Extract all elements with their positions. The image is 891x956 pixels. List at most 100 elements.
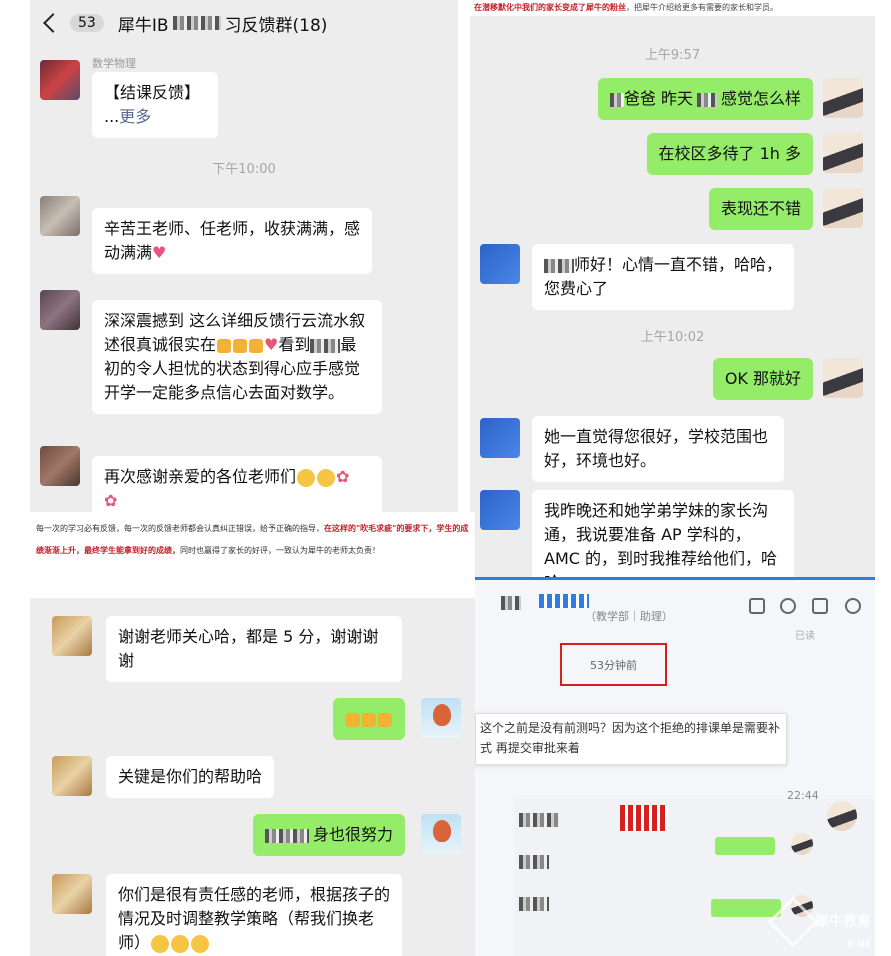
folder-icon[interactable] — [749, 598, 765, 614]
highlight-box: 53分钟前 — [560, 643, 667, 686]
caption: 在潜移默化中我们的家长变成了犀牛的粉丝，把犀牛介绍给更多有需要的家长和学员。 — [470, 0, 875, 16]
thumbs-up-icon — [249, 338, 264, 353]
balloon-icon — [433, 820, 451, 842]
caption-text: 同时也赢得了家长的好评，一致认为犀牛的老师太负责！ — [180, 546, 380, 555]
avatar[interactable] — [827, 801, 857, 831]
heart-icon: ♥ — [264, 335, 279, 354]
avatar-parent[interactable] — [480, 418, 520, 458]
caption: 每一次的学习必有反馈，每一次的反馈老师都会认真纠正错误，给予正确的指导，在这样的… — [30, 512, 475, 598]
chat-panel-parent-private: 在潜移默化中我们的家长变成了犀牛的粉丝，把犀牛介绍给更多有需要的家长和学员。 上… — [470, 0, 875, 577]
chat-title-bar: 53 犀牛IB 习反馈群(18) — [30, 0, 458, 46]
redacted-mosaic — [519, 897, 549, 911]
avatar[interactable] — [52, 874, 92, 914]
message-bubble-sent[interactable]: OK 那就好 — [712, 358, 813, 400]
message-bubble[interactable]: 深深震撼到 这么详细反馈行云流水叙述很真诚很实在 ♥看到 最初的令人担忧的状态到得心… — [92, 300, 382, 414]
search-chat-icon[interactable] — [812, 598, 828, 614]
avatar-teacher[interactable] — [823, 188, 863, 228]
avatar[interactable] — [52, 756, 92, 796]
message-bubble[interactable]: 谢谢老师关心哈，都是 5 分，谢谢谢谢 — [106, 616, 402, 682]
redacted-mosaic — [696, 92, 717, 107]
avatar[interactable] — [791, 833, 813, 855]
message-bubble[interactable]: 师好！心情一直不错，哈哈， 您费心了 — [532, 244, 794, 310]
message-card[interactable]: 这个之前是没有前测吗？因为这个拒绝的排课单是需要补 式 再提交审批来着 — [475, 713, 787, 765]
redacted-mosaic — [539, 594, 589, 608]
redacted-mosaic — [501, 596, 521, 610]
chat-subtitle: （教学部｜助理） — [585, 610, 673, 623]
message-bubble-sent[interactable] — [711, 899, 781, 917]
timestamp: 上午10:02 — [640, 330, 705, 345]
message-bubble[interactable]: 你们是很有责任感的老师，根据孩子的情况及时调整教学策略（帮我们换老师） — [106, 874, 402, 956]
message-text: OK 那就好 — [724, 369, 801, 388]
praying-hands-icon — [297, 468, 316, 487]
avatar[interactable] — [52, 616, 92, 656]
chat-header: （教学部｜助理） — [475, 577, 875, 629]
timestamp: 上午9:57 — [644, 48, 701, 63]
message-text: 表现还不错 — [720, 199, 801, 218]
avatar-teacher[interactable] — [823, 78, 863, 118]
message-text: 我昨晚还和她学弟学妹的家长沟通，我说要准备 AP 学科的，AMC 的，到时我推荐… — [544, 501, 778, 577]
message-bubble[interactable]: 【结课反馈】 ...更多 — [92, 72, 218, 138]
message-bubble-sent[interactable] — [715, 837, 775, 855]
message-text: 爸爸 昨天 — [623, 89, 693, 108]
message-bubble-sent[interactable]: 爸爸 昨天 感觉怎么样 — [597, 78, 813, 120]
settings-icon[interactable] — [845, 598, 861, 614]
redacted-mosaic — [264, 828, 309, 843]
message-text: 关键是你们的帮助哈 — [118, 767, 263, 786]
relative-time: 53分钟前 — [590, 658, 637, 672]
rose-icon: ✿ — [104, 491, 118, 510]
avatar[interactable] — [40, 446, 80, 486]
message-bubble[interactable]: 辛苦王老师、任老师，收获满满，感动满满♥ — [92, 208, 372, 274]
unread-count-badge: 53 — [70, 14, 104, 32]
caption-highlight: 在这样的"吹毛求疵"的要求下， — [324, 524, 437, 533]
avatar-teacher[interactable] — [823, 358, 863, 398]
avatar-teacher[interactable] — [823, 133, 863, 173]
add-member-icon[interactable] — [780, 598, 796, 614]
avatar[interactable] — [40, 60, 80, 100]
thumbs-up-icon — [346, 712, 360, 727]
avatar-parent[interactable] — [480, 490, 520, 530]
more-link[interactable]: 更多 — [119, 107, 151, 126]
message-bubble[interactable]: 我昨晚还和她学弟学妹的家长沟通，我说要准备 AP 学科的，AMC 的，到时我推荐… — [532, 490, 794, 577]
message-text: 再次感谢亲爱的各位老师们 — [104, 467, 297, 486]
message-bubble-sent[interactable]: 在校区多待了 1h 多 — [646, 133, 813, 175]
avatar[interactable] — [40, 196, 80, 236]
balloon-icon — [433, 704, 451, 726]
avatar[interactable] — [40, 290, 80, 330]
redacted-mosaic — [519, 855, 549, 869]
timestamp: 下午10:00 — [212, 162, 276, 177]
message-text: 您费心了 — [544, 279, 609, 298]
thinking-face-icon — [191, 934, 210, 953]
chat-panel-parent-feedback: 每一次的学习必有反馈，每一次的反馈老师都会认真纠正错误，给予正确的指导，在这样的… — [30, 512, 475, 956]
message-bubble-sent[interactable]: 表现还不错 — [708, 188, 813, 230]
chat-panel-parent-group: 53 犀牛IB 习反馈群(18) 数学物理 【结课反馈】 ...更多 下午10:… — [30, 0, 458, 512]
message-bubble-sent[interactable]: 身也很努力 — [252, 814, 405, 856]
redacted-mosaic — [172, 16, 221, 30]
rose-icon: ✿ — [336, 467, 350, 486]
redacted-mosaic — [620, 805, 668, 831]
message-text: 这个之前是没有前测吗？因为这个拒绝的排课单是需要补 — [480, 721, 781, 735]
message-text: 看到 — [278, 335, 311, 354]
message-text: 感觉怎么样 — [720, 89, 801, 108]
message-text: 身也很努力 — [312, 825, 393, 844]
thumbs-up-icon — [362, 712, 376, 727]
avatar-teacher[interactable] — [421, 698, 461, 738]
back-arrow-icon[interactable] — [43, 13, 63, 33]
heart-icon: ♥ — [152, 243, 167, 262]
read-status: 已读 — [795, 631, 815, 642]
avatar-teacher[interactable] — [421, 814, 461, 854]
caption-text: ，把犀牛介绍给更多有需要的家长和学员。 — [626, 3, 778, 12]
avatar-parent[interactable] — [480, 244, 520, 284]
group-title-suffix: 习反馈群(18) — [224, 15, 328, 36]
thumbs-up-icon — [217, 338, 232, 353]
thumbs-up-icon — [378, 712, 392, 727]
message-text: 在校区多待了 1h 多 — [658, 144, 802, 163]
thumbs-up-icon — [233, 338, 248, 353]
redacted-mosaic — [544, 258, 574, 273]
message-bubble[interactable]: 再次感谢亲爱的各位老师们 ✿ ✿ — [92, 456, 382, 512]
caption-text: 每一次的学习必有反馈，每一次的反馈老师都会认真纠正错误，给予正确的指导， — [36, 524, 324, 533]
watermark: 犀牛教育 X·NE — [767, 896, 871, 950]
message-bubble[interactable]: 她一直觉得您很好，学校范围也好，环境也好。 — [532, 416, 784, 482]
message-bubble[interactable]: 关键是你们的帮助哈 — [106, 756, 275, 798]
message-bubble-sent[interactable] — [333, 698, 405, 740]
thinking-face-icon — [151, 934, 170, 953]
